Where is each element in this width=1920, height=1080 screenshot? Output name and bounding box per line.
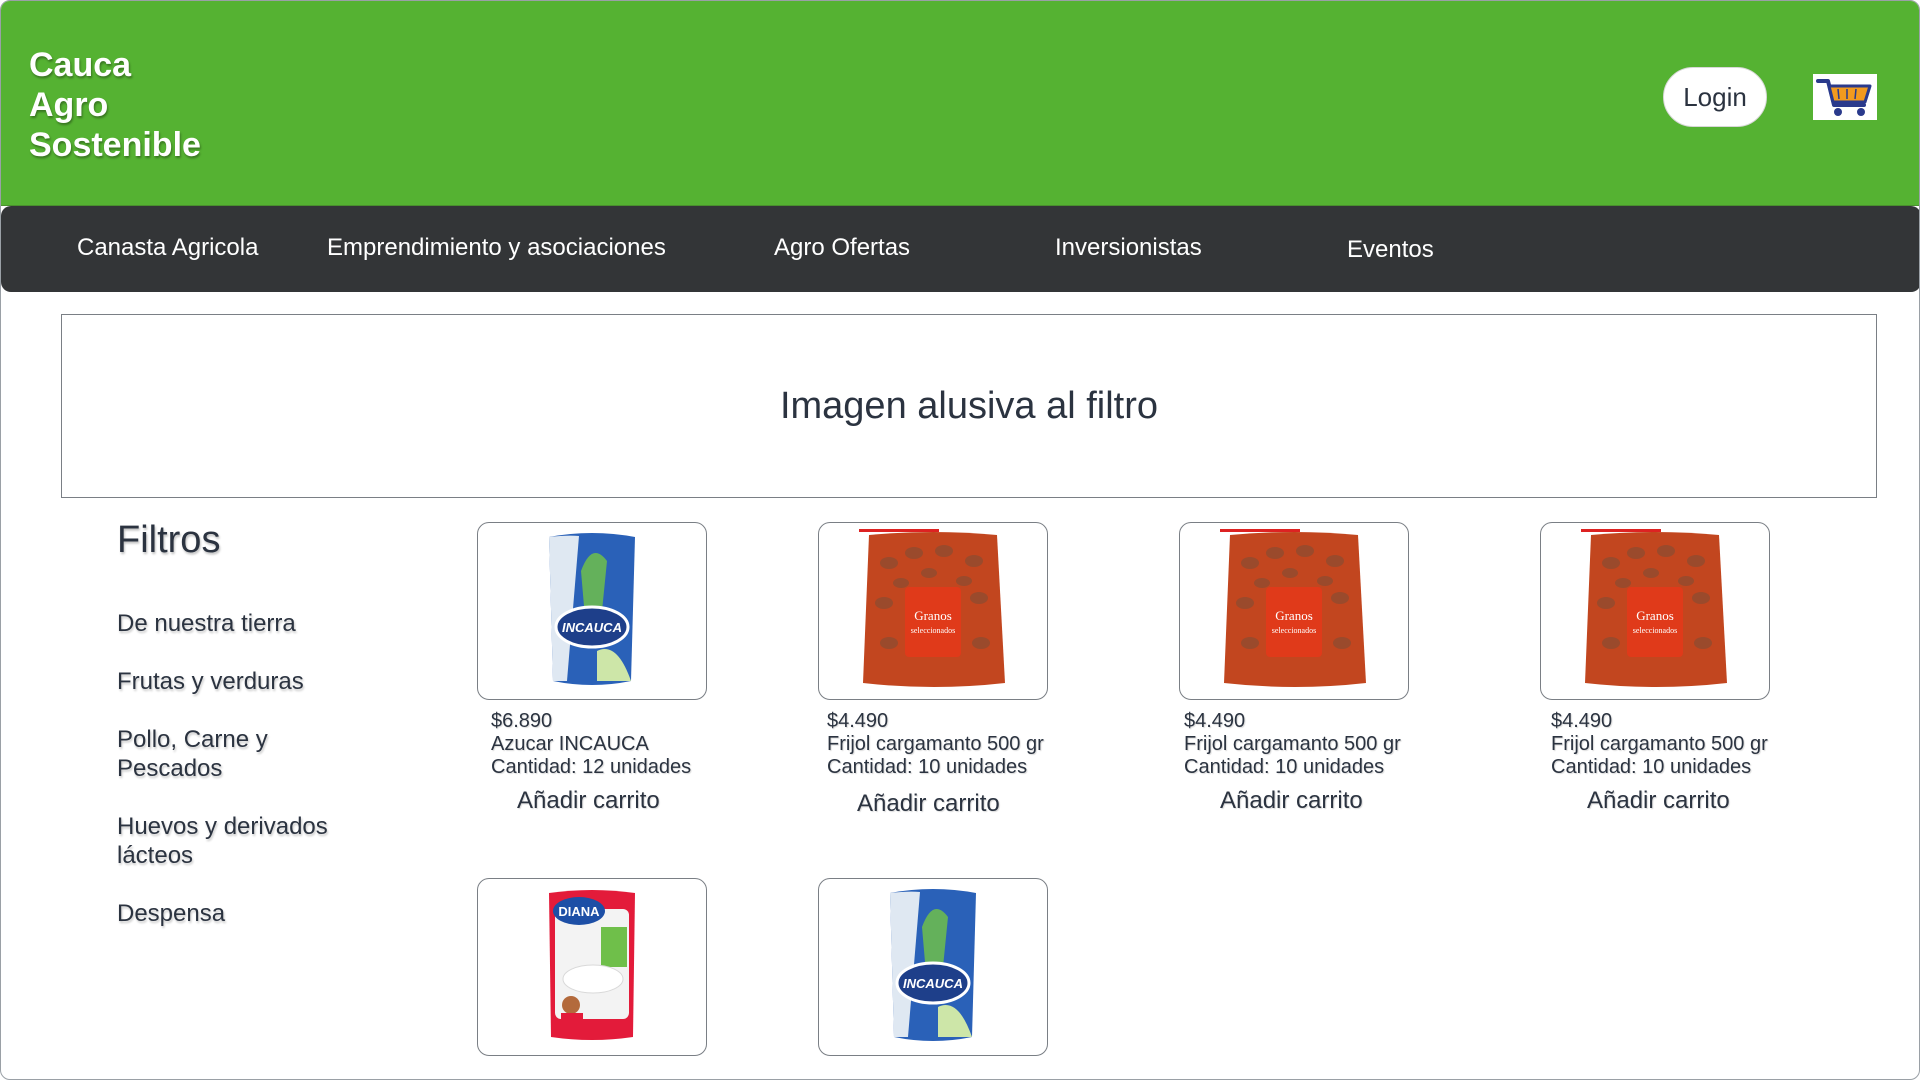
- cart-button[interactable]: [1813, 74, 1877, 120]
- product-quantity: Cantidad: 12 unidades: [491, 756, 692, 778]
- nav-item-agro-ofertas[interactable]: Agro Ofertas: [774, 234, 910, 262]
- filter-despensa[interactable]: Despensa: [117, 899, 367, 928]
- product-info: $4.490 Frijol cargamanto 500 gr Cantidad…: [1184, 710, 1401, 779]
- main-nav: Canasta Agricola Emprendimiento y asocia…: [1, 206, 1919, 292]
- product-image-sugar[interactable]: INCAUCA: [477, 522, 707, 700]
- rice-bag-image: DIANA: [549, 890, 635, 1040]
- beans-bag-image: Granos seleccionados: [1220, 529, 1366, 687]
- seleccionados-label: seleccionados: [1633, 626, 1677, 635]
- product-name: Frijol cargamanto 500 gr: [1551, 733, 1768, 755]
- beans-bag-image: Granos seleccionados: [1581, 529, 1727, 687]
- add-to-cart-button[interactable]: Añadir carrito: [517, 787, 660, 815]
- granos-label: Granos: [1636, 608, 1674, 623]
- nav-item-canasta-agricola[interactable]: Canasta Agricola: [77, 234, 258, 262]
- nav-item-inversionistas[interactable]: Inversionistas: [1055, 234, 1202, 262]
- logo-line: Cauca: [29, 46, 132, 84]
- product-quantity: Cantidad: 10 unidades: [827, 756, 1028, 778]
- incauca-label: INCAUCA: [903, 976, 963, 991]
- app-frame: Cauca Agro Sostenible Login Canasta Agri…: [0, 0, 1920, 1080]
- site-logo[interactable]: Cauca Agro Sostenible: [29, 45, 201, 165]
- product-info: $4.490 Frijol cargamanto 500 gr Cantidad…: [827, 710, 1044, 779]
- add-to-cart-button[interactable]: Añadir carrito: [857, 790, 1000, 818]
- granos-label: Granos: [1275, 608, 1313, 623]
- product-quantity: Cantidad: 10 unidades: [1551, 756, 1752, 778]
- seleccionados-label: seleccionados: [1272, 626, 1316, 635]
- sugar-bag-image: INCAUCA: [549, 533, 635, 685]
- nav-item-eventos[interactable]: Eventos: [1347, 236, 1434, 264]
- product-price: $4.490: [1551, 710, 1613, 732]
- filter-frutas-verduras[interactable]: Frutas y verduras: [117, 667, 367, 696]
- product-info: $6.890 Azucar INCAUCA Cantidad: 12 unida…: [491, 710, 691, 779]
- banner-text: Imagen alusiva al filtro: [779, 384, 1159, 427]
- product-image-rice[interactable]: DIANA: [477, 878, 707, 1056]
- product-price: $6.890: [491, 710, 553, 732]
- shopping-cart-icon: [1816, 79, 1872, 116]
- granos-label: Granos: [914, 608, 952, 623]
- product-info: $4.490 Frijol cargamanto 500 gr Cantidad…: [1551, 710, 1768, 779]
- diana-label: DIANA: [558, 904, 600, 919]
- login-button[interactable]: Login: [1663, 67, 1767, 127]
- seleccionados-label: seleccionados: [911, 626, 955, 635]
- product-image-sugar[interactable]: INCAUCA: [818, 878, 1048, 1056]
- product-name: Azucar INCAUCA: [491, 733, 649, 755]
- add-to-cart-button[interactable]: Añadir carrito: [1220, 787, 1363, 815]
- logo-line: Agro: [29, 86, 109, 124]
- product-price: $4.490: [1184, 710, 1246, 732]
- product-image-beans[interactable]: Granos seleccionados: [818, 522, 1048, 700]
- product-name: Frijol cargamanto 500 gr: [1184, 733, 1401, 755]
- nav-item-emprendimiento[interactable]: Emprendimiento y asociaciones: [327, 234, 666, 262]
- logo-line: Sostenible: [29, 126, 201, 164]
- incauca-label: INCAUCA: [562, 620, 622, 635]
- sugar-bag-image: INCAUCA: [890, 889, 976, 1041]
- product-image-beans[interactable]: Granos seleccionados: [1179, 522, 1409, 700]
- add-to-cart-button[interactable]: Añadir carrito: [1587, 787, 1730, 815]
- filter-pollo-carne-pescados[interactable]: Pollo, Carne y Pescados: [117, 725, 287, 783]
- product-quantity: Cantidad: 10 unidades: [1184, 756, 1385, 778]
- site-header: Cauca Agro Sostenible Login: [1, 1, 1919, 206]
- filter-banner: Imagen alusiva al filtro: [61, 314, 1877, 498]
- filter-de-nuestra-tierra[interactable]: De nuestra tierra: [117, 609, 367, 638]
- filters-title: Filtros: [117, 519, 221, 561]
- product-name: Frijol cargamanto 500 gr: [827, 733, 1044, 755]
- product-price: $4.490: [827, 710, 889, 732]
- filter-huevos-lacteos[interactable]: Huevos y derivados lácteos: [117, 812, 357, 870]
- product-image-beans[interactable]: Granos seleccionados: [1540, 522, 1770, 700]
- beans-bag-image: Granos seleccionados: [859, 529, 1005, 687]
